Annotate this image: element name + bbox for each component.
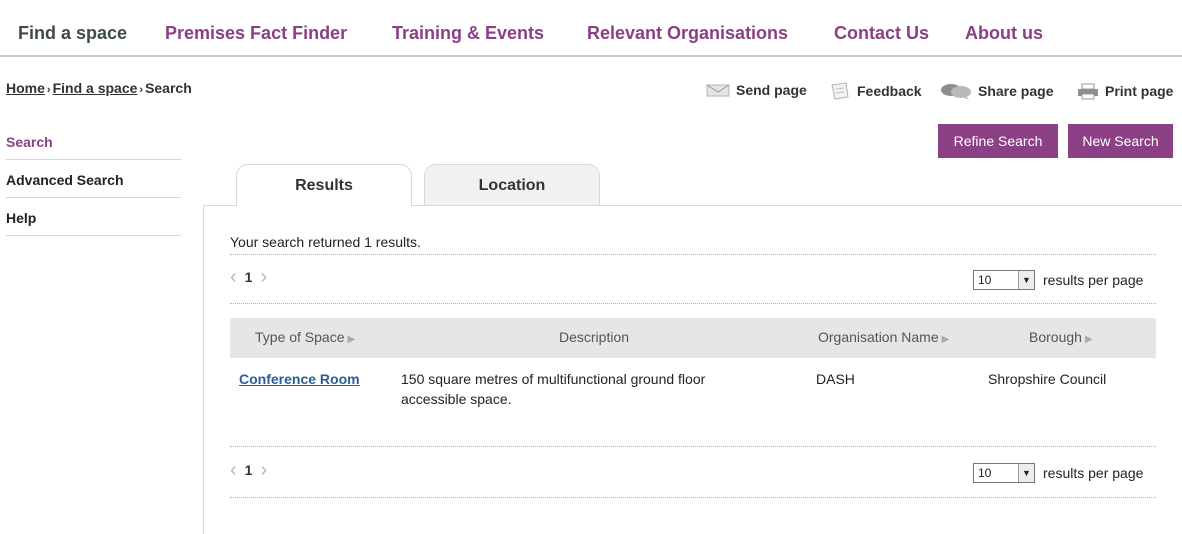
breadcrumb-find-a-space[interactable]: Find a space xyxy=(53,80,138,96)
nav-relevant-organisations[interactable]: Relevant Organisations xyxy=(587,22,788,44)
breadcrumb: Home › Find a space › Search xyxy=(6,80,192,96)
print-page-link[interactable]: Print page xyxy=(1077,82,1173,100)
breadcrumb-current: Search xyxy=(145,80,192,96)
sidebar-item-search[interactable]: Search xyxy=(6,122,181,160)
nav-find-a-space[interactable]: Find a space xyxy=(18,22,127,44)
tab-results[interactable]: Results xyxy=(236,164,412,206)
per-page-label: results per page xyxy=(1043,272,1144,288)
sort-arrow-icon: ▶ xyxy=(941,334,950,345)
result-organisation: DASH xyxy=(816,371,855,387)
per-page-select[interactable]: 10 ▼ xyxy=(973,270,1035,290)
sidebar: Search Advanced Search Help xyxy=(6,122,181,236)
results-per-page-top: 10 ▼ results per page xyxy=(973,270,1143,290)
envelope-icon xyxy=(706,84,730,97)
divider xyxy=(230,303,1156,304)
results-per-page-bottom: 10 ▼ results per page xyxy=(973,463,1143,483)
divider xyxy=(230,497,1156,498)
breadcrumb-separator: › xyxy=(139,84,144,96)
feedback-label: Feedback xyxy=(857,83,922,99)
chevron-left-icon[interactable]: ‹ xyxy=(230,460,237,480)
printer-icon xyxy=(1078,83,1098,100)
send-page-link[interactable]: Send page xyxy=(706,82,807,98)
per-page-value: 10 xyxy=(978,466,992,480)
result-count: Your search returned 1 results. xyxy=(230,234,421,250)
dropdown-arrow-icon: ▼ xyxy=(1018,271,1034,289)
nav-training-events[interactable]: Training & Events xyxy=(392,22,544,44)
pagination-top: ‹ 1 › xyxy=(230,267,267,287)
column-header-organisation[interactable]: Organisation Name ▶ xyxy=(818,329,949,345)
chevron-left-icon[interactable]: ‹ xyxy=(230,267,237,287)
share-page-link[interactable]: Share page xyxy=(940,82,1053,100)
column-header-borough[interactable]: Borough ▶ xyxy=(1029,329,1093,345)
sort-arrow-icon: ▶ xyxy=(347,334,356,345)
nav-about-us[interactable]: About us xyxy=(965,22,1043,44)
refine-search-button[interactable]: Refine Search xyxy=(938,124,1058,158)
result-type-link[interactable]: Conference Room xyxy=(239,369,360,389)
result-description: 150 square metres of multifunctional gro… xyxy=(401,371,706,407)
column-header-description: Description xyxy=(559,329,630,345)
column-header-type[interactable]: Type of Space ▶ xyxy=(255,329,355,345)
feedback-link[interactable]: Feedback xyxy=(829,82,922,100)
new-search-button[interactable]: New Search xyxy=(1068,124,1173,158)
result-borough: Shropshire Council xyxy=(988,371,1107,387)
chevron-right-icon[interactable]: › xyxy=(260,460,267,480)
share-page-label: Share page xyxy=(978,83,1054,99)
sidebar-item-help[interactable]: Help xyxy=(6,198,181,236)
divider xyxy=(230,446,1156,447)
page-number[interactable]: 1 xyxy=(245,462,253,478)
dropdown-arrow-icon: ▼ xyxy=(1018,464,1034,482)
sort-arrow-icon: ▶ xyxy=(1084,334,1093,345)
chevron-right-icon[interactable]: › xyxy=(260,267,267,287)
per-page-label: results per page xyxy=(1043,465,1144,481)
divider xyxy=(230,254,1156,255)
table-header: Type of Space ▶ Description Organisation … xyxy=(230,318,1156,358)
top-navigation: Find a space Premises Fact Finder Traini… xyxy=(0,0,1182,57)
print-page-label: Print page xyxy=(1105,83,1174,99)
nav-premises-fact-finder[interactable]: Premises Fact Finder xyxy=(165,22,347,44)
per-page-select[interactable]: 10 ▼ xyxy=(973,463,1035,483)
breadcrumb-home[interactable]: Home xyxy=(6,80,45,96)
send-page-label: Send page xyxy=(736,82,807,98)
per-page-value: 10 xyxy=(978,273,992,287)
note-icon xyxy=(831,82,849,100)
page-number[interactable]: 1 xyxy=(245,269,253,285)
speech-bubbles-icon xyxy=(941,84,971,100)
breadcrumb-separator: › xyxy=(46,84,51,96)
tab-location[interactable]: Location xyxy=(424,164,600,206)
sidebar-item-advanced-search[interactable]: Advanced Search xyxy=(6,160,181,198)
nav-contact-us[interactable]: Contact Us xyxy=(834,22,929,44)
pagination-bottom: ‹ 1 › xyxy=(230,460,267,480)
